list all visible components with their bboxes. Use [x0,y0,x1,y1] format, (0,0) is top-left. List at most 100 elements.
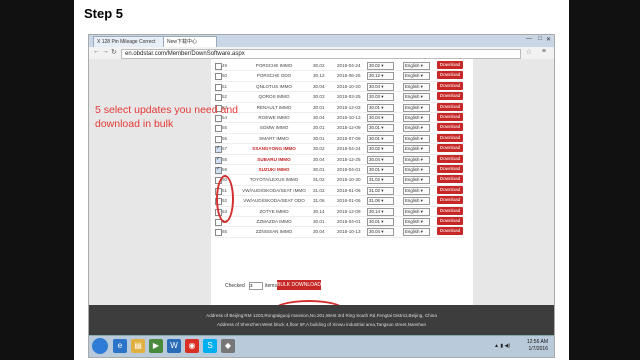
language-select[interactable]: English ▾ [403,134,430,143]
version-select[interactable]: 30.04 ▾ [367,82,394,91]
row-checkbox[interactable] [215,135,222,143]
language-select[interactable]: English ▾ [403,72,430,81]
language-select[interactable]: English ▾ [403,218,430,226]
reload-icon[interactable]: ↻ [111,48,117,56]
language-select[interactable]: English ▾ [403,103,430,112]
version-select[interactable]: 30.04 ▾ [367,228,394,237]
download-button[interactable]: Download [437,185,463,194]
download-button[interactable]: Download [437,165,463,173]
download-button[interactable]: Download [437,113,463,121]
row-checkbox[interactable] [215,156,222,164]
download-button[interactable]: Download [437,154,463,163]
download-button[interactable]: Download [437,61,463,69]
clock[interactable]: 12:56 AM 1/7/2016 [527,339,548,353]
language-select[interactable]: English ▾ [403,186,430,195]
language-select[interactable]: English ▾ [403,176,430,185]
menu-icon[interactable]: ≡ [542,48,546,55]
version-select[interactable]: 30.03 ▾ [367,93,394,102]
version-select[interactable]: 30.12 ▾ [367,72,394,81]
download-button[interactable]: Download [437,133,463,142]
language-select[interactable]: English ▾ [403,93,430,102]
language-select[interactable]: English ▾ [403,166,430,174]
system-tray[interactable]: ▲ ▮ ◀) [494,343,510,349]
language-select[interactable]: English ▾ [403,62,430,70]
version-select[interactable]: 30.14 ▾ [367,207,394,216]
version-select[interactable]: 30.01 ▾ [367,124,394,133]
forward-icon[interactable]: → [102,48,109,55]
browser-tab-active[interactable]: New下载中心 [163,36,217,47]
url-field[interactable]: en.obdstar.com/Member/DownSoftware.aspx [121,49,521,59]
version-select[interactable]: 31.02 ▾ [367,186,394,195]
software-version: 30.01 [313,104,325,110]
browser-tabbar: X 128 Pin Mileage Correct New下载中心 — □ ✕ [89,35,554,47]
folder-icon[interactable]: ▤ [131,339,145,353]
row-checkbox[interactable] [215,73,222,81]
release-date: 2015-12-09 [337,125,361,131]
language-select[interactable]: English ▾ [403,228,430,237]
row-number: 65 [222,229,228,235]
version-select-value: 30.04 [369,156,380,162]
language-select[interactable]: English ▾ [403,197,430,206]
language-select-value: English [405,73,420,79]
download-button[interactable]: Download [437,123,463,132]
download-button[interactable]: Download [437,206,463,215]
row-number: 56 [222,135,228,141]
chevron-down-icon: ▾ [419,63,423,68]
version-select[interactable]: 30.04 ▾ [367,155,394,164]
language-select[interactable]: English ▾ [403,207,430,216]
software-version: 30.03 [313,94,325,100]
browser-tab[interactable]: X 128 Pin Mileage Correct [93,36,167,47]
ie-icon[interactable]: e [113,339,127,353]
language-select[interactable]: English ▾ [403,114,430,122]
row-checkbox[interactable] [215,229,222,237]
row-number: 49 [222,63,228,68]
version-select[interactable]: 30.01 ▾ [367,103,394,112]
version-select-value: 30.01 [369,219,380,224]
version-select[interactable]: 30.01 ▾ [367,218,394,226]
row-checkbox[interactable] [215,83,222,91]
download-button[interactable]: Download [437,175,463,184]
row-checkbox[interactable] [215,94,222,102]
language-select[interactable]: English ▾ [403,124,430,133]
version-select[interactable]: 30.04 ▾ [367,114,394,122]
back-icon[interactable]: ← [93,48,100,55]
chevron-down-icon: ▾ [380,229,384,235]
download-button[interactable]: Download [437,81,463,90]
download-button[interactable]: Download [437,196,463,205]
language-select-value: English [405,115,420,120]
language-select[interactable]: English ▾ [403,155,430,164]
version-select[interactable]: 30.01 ▾ [367,166,394,174]
version-select[interactable]: 30.02 ▾ [367,145,394,154]
version-select[interactable]: 30.02 ▾ [367,62,394,70]
row-checkbox[interactable] [215,63,222,70]
start-button[interactable] [92,338,108,354]
chevron-down-icon: ▾ [419,104,423,110]
language-select[interactable]: English ▾ [403,145,430,154]
download-button[interactable]: Download [437,227,463,236]
word-icon[interactable]: W [167,339,181,353]
maximize-icon[interactable]: □ [538,36,542,42]
chrome-icon[interactable]: ◉ [185,339,199,353]
version-select[interactable]: 31.02 ▾ [367,176,394,185]
version-select[interactable]: 31.06 ▾ [367,197,394,206]
download-button[interactable]: Download [437,102,463,111]
download-button[interactable]: Download [437,92,463,101]
close-icon[interactable]: ✕ [546,36,551,43]
chevron-down-icon: ▾ [419,156,423,162]
version-select-value: 30.01 [369,125,380,131]
language-select[interactable]: English ▾ [403,82,430,91]
row-checkbox[interactable] [215,145,222,154]
row-checkbox[interactable] [215,166,222,174]
bulk-download-button[interactable]: BULK DOWNLOAD [277,280,321,290]
bookmark-star-icon[interactable]: ☆ [526,48,532,56]
app-icon[interactable]: ◆ [221,339,235,353]
skype-icon[interactable]: S [203,339,217,353]
download-button[interactable]: Download [437,71,463,80]
media-icon[interactable]: ▶ [149,339,163,353]
language-select-value: English [405,135,420,141]
version-select[interactable]: 30.01 ▾ [367,134,394,143]
minimize-icon[interactable]: — [526,36,532,42]
download-button[interactable]: Download [437,144,463,153]
download-button[interactable]: Download [437,217,463,225]
chevron-down-icon: ▾ [419,198,423,204]
